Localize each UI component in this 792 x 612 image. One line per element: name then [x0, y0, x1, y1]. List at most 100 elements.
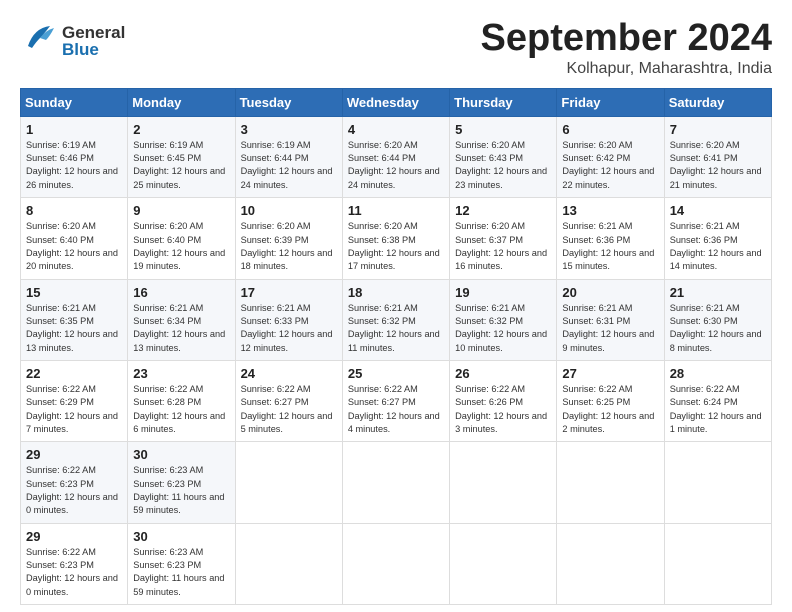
empty-cell: [664, 442, 771, 523]
day-cell-3: 3 Sunrise: 6:19 AM Sunset: 6:44 PM Dayli…: [235, 116, 342, 197]
day-cell-19: 19 Sunrise: 6:21 AM Sunset: 6:32 PM Dayl…: [450, 279, 557, 360]
day-number: 24: [241, 366, 337, 381]
logo: General Blue: [20, 18, 125, 63]
day-info: Sunrise: 6:20 AM Sunset: 6:40 PM Dayligh…: [133, 220, 229, 273]
logo-bird-icon: [20, 18, 58, 63]
header: General Blue September 2024 Kolhapur, Ma…: [20, 18, 772, 78]
day-number: 25: [348, 366, 444, 381]
empty-cell: [557, 523, 664, 604]
day-info: Sunrise: 6:21 AM Sunset: 6:33 PM Dayligh…: [241, 302, 337, 355]
day-cell-22: 22 Sunrise: 6:22 AM Sunset: 6:29 PM Dayl…: [21, 360, 128, 441]
day-info: Sunrise: 6:22 AM Sunset: 6:29 PM Dayligh…: [26, 383, 122, 436]
day-info: Sunrise: 6:23 AM Sunset: 6:23 PM Dayligh…: [133, 464, 229, 517]
col-thursday: Thursday: [450, 88, 557, 116]
day-number: 29: [26, 529, 122, 544]
calendar-page: General Blue September 2024 Kolhapur, Ma…: [0, 0, 792, 612]
day-info: Sunrise: 6:20 AM Sunset: 6:44 PM Dayligh…: [348, 139, 444, 192]
day-info: Sunrise: 6:19 AM Sunset: 6:44 PM Dayligh…: [241, 139, 337, 192]
day-cell-13: 13 Sunrise: 6:21 AM Sunset: 6:36 PM Dayl…: [557, 198, 664, 279]
day-cell-25: 25 Sunrise: 6:22 AM Sunset: 6:27 PM Dayl…: [342, 360, 449, 441]
day-info: Sunrise: 6:21 AM Sunset: 6:34 PM Dayligh…: [133, 302, 229, 355]
day-info: Sunrise: 6:20 AM Sunset: 6:37 PM Dayligh…: [455, 220, 551, 273]
week-row-6: 29 Sunrise: 6:22 AM Sunset: 6:23 PM Dayl…: [21, 523, 772, 604]
day-info: Sunrise: 6:20 AM Sunset: 6:38 PM Dayligh…: [348, 220, 444, 273]
empty-cell: [235, 442, 342, 523]
day-info: Sunrise: 6:22 AM Sunset: 6:24 PM Dayligh…: [670, 383, 766, 436]
day-number: 8: [26, 203, 122, 218]
day-number: 18: [348, 285, 444, 300]
empty-cell: [664, 523, 771, 604]
day-cell-7: 7 Sunrise: 6:20 AM Sunset: 6:41 PM Dayli…: [664, 116, 771, 197]
week-row-4: 22 Sunrise: 6:22 AM Sunset: 6:29 PM Dayl…: [21, 360, 772, 441]
day-number: 3: [241, 122, 337, 137]
day-cell-6: 6 Sunrise: 6:20 AM Sunset: 6:42 PM Dayli…: [557, 116, 664, 197]
day-cell-23: 23 Sunrise: 6:22 AM Sunset: 6:28 PM Dayl…: [128, 360, 235, 441]
empty-cell: [235, 523, 342, 604]
day-info: Sunrise: 6:19 AM Sunset: 6:46 PM Dayligh…: [26, 139, 122, 192]
day-number: 23: [133, 366, 229, 381]
title-section: September 2024 Kolhapur, Maharashtra, In…: [481, 18, 773, 78]
week-row-3: 15 Sunrise: 6:21 AM Sunset: 6:35 PM Dayl…: [21, 279, 772, 360]
day-info: Sunrise: 6:22 AM Sunset: 6:26 PM Dayligh…: [455, 383, 551, 436]
month-title: September 2024: [481, 18, 773, 60]
day-cell-4: 4 Sunrise: 6:20 AM Sunset: 6:44 PM Dayli…: [342, 116, 449, 197]
day-number: 9: [133, 203, 229, 218]
day-cell-29: 29 Sunrise: 6:22 AM Sunset: 6:23 PM Dayl…: [21, 523, 128, 604]
day-cell-8: 8 Sunrise: 6:20 AM Sunset: 6:40 PM Dayli…: [21, 198, 128, 279]
day-cell-12: 12 Sunrise: 6:20 AM Sunset: 6:37 PM Dayl…: [450, 198, 557, 279]
logo-name: General Blue: [62, 24, 125, 58]
day-number: 16: [133, 285, 229, 300]
empty-cell: [342, 523, 449, 604]
day-cell-29: 29 Sunrise: 6:22 AM Sunset: 6:23 PM Dayl…: [21, 442, 128, 523]
day-cell-14: 14 Sunrise: 6:21 AM Sunset: 6:36 PM Dayl…: [664, 198, 771, 279]
day-info: Sunrise: 6:22 AM Sunset: 6:28 PM Dayligh…: [133, 383, 229, 436]
col-tuesday: Tuesday: [235, 88, 342, 116]
day-info: Sunrise: 6:22 AM Sunset: 6:27 PM Dayligh…: [348, 383, 444, 436]
day-number: 4: [348, 122, 444, 137]
day-cell-15: 15 Sunrise: 6:21 AM Sunset: 6:35 PM Dayl…: [21, 279, 128, 360]
day-info: Sunrise: 6:20 AM Sunset: 6:42 PM Dayligh…: [562, 139, 658, 192]
day-cell-26: 26 Sunrise: 6:22 AM Sunset: 6:26 PM Dayl…: [450, 360, 557, 441]
day-number: 22: [26, 366, 122, 381]
day-info: Sunrise: 6:21 AM Sunset: 6:32 PM Dayligh…: [348, 302, 444, 355]
week-row-5: 29 Sunrise: 6:22 AM Sunset: 6:23 PM Dayl…: [21, 442, 772, 523]
day-number: 7: [670, 122, 766, 137]
day-cell-28: 28 Sunrise: 6:22 AM Sunset: 6:24 PM Dayl…: [664, 360, 771, 441]
day-number: 10: [241, 203, 337, 218]
day-cell-20: 20 Sunrise: 6:21 AM Sunset: 6:31 PM Dayl…: [557, 279, 664, 360]
col-monday: Monday: [128, 88, 235, 116]
day-number: 19: [455, 285, 551, 300]
day-info: Sunrise: 6:23 AM Sunset: 6:23 PM Dayligh…: [133, 546, 229, 599]
logo-general-text: General: [62, 24, 125, 41]
day-number: 13: [562, 203, 658, 218]
location-subtitle: Kolhapur, Maharashtra, India: [481, 60, 773, 78]
day-cell-5: 5 Sunrise: 6:20 AM Sunset: 6:43 PM Dayli…: [450, 116, 557, 197]
day-info: Sunrise: 6:22 AM Sunset: 6:27 PM Dayligh…: [241, 383, 337, 436]
day-cell-30: 30 Sunrise: 6:23 AM Sunset: 6:23 PM Dayl…: [128, 442, 235, 523]
empty-cell: [342, 442, 449, 523]
week-row-2: 8 Sunrise: 6:20 AM Sunset: 6:40 PM Dayli…: [21, 198, 772, 279]
day-number: 5: [455, 122, 551, 137]
calendar-header-row: Sunday Monday Tuesday Wednesday Thursday…: [21, 88, 772, 116]
day-info: Sunrise: 6:21 AM Sunset: 6:31 PM Dayligh…: [562, 302, 658, 355]
day-info: Sunrise: 6:21 AM Sunset: 6:32 PM Dayligh…: [455, 302, 551, 355]
day-info: Sunrise: 6:20 AM Sunset: 6:43 PM Dayligh…: [455, 139, 551, 192]
day-info: Sunrise: 6:20 AM Sunset: 6:41 PM Dayligh…: [670, 139, 766, 192]
day-number: 27: [562, 366, 658, 381]
day-number: 2: [133, 122, 229, 137]
day-info: Sunrise: 6:21 AM Sunset: 6:30 PM Dayligh…: [670, 302, 766, 355]
day-number: 11: [348, 203, 444, 218]
day-number: 12: [455, 203, 551, 218]
day-number: 30: [133, 447, 229, 462]
day-info: Sunrise: 6:21 AM Sunset: 6:36 PM Dayligh…: [670, 220, 766, 273]
day-number: 6: [562, 122, 658, 137]
col-wednesday: Wednesday: [342, 88, 449, 116]
day-cell-21: 21 Sunrise: 6:21 AM Sunset: 6:30 PM Dayl…: [664, 279, 771, 360]
empty-cell: [450, 523, 557, 604]
day-cell-16: 16 Sunrise: 6:21 AM Sunset: 6:34 PM Dayl…: [128, 279, 235, 360]
day-cell-2: 2 Sunrise: 6:19 AM Sunset: 6:45 PM Dayli…: [128, 116, 235, 197]
day-cell-27: 27 Sunrise: 6:22 AM Sunset: 6:25 PM Dayl…: [557, 360, 664, 441]
day-number: 29: [26, 447, 122, 462]
day-number: 20: [562, 285, 658, 300]
day-cell-1: 1 Sunrise: 6:19 AM Sunset: 6:46 PM Dayli…: [21, 116, 128, 197]
